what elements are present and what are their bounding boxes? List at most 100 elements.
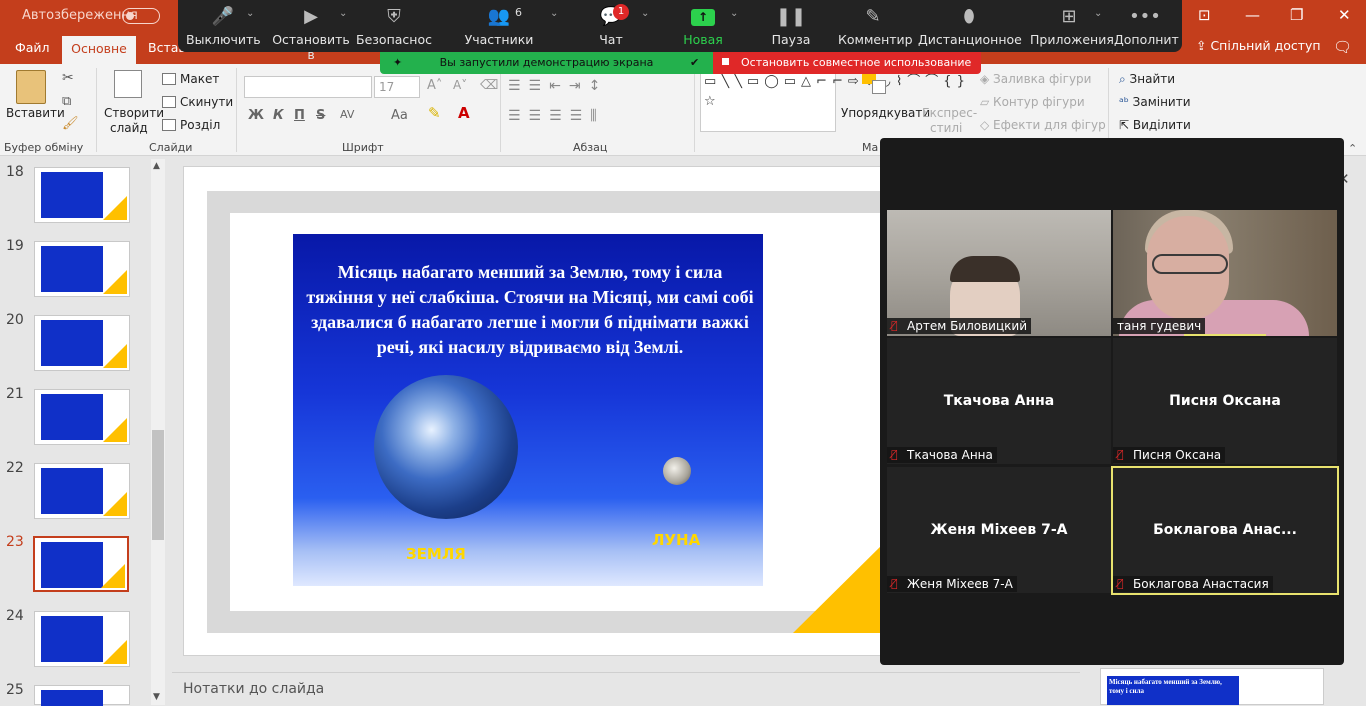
more-label: Дополнит — [1114, 32, 1179, 47]
chevron-down-icon[interactable]: ⌄ — [730, 8, 738, 19]
chevron-down-icon[interactable]: ⌄ — [550, 8, 558, 19]
reset-button[interactable]: Скинути — [162, 95, 233, 109]
paste-button[interactable]: Вставити — [6, 106, 65, 120]
more-icon: ••• — [1129, 6, 1161, 27]
slide-number: 19 — [6, 238, 24, 254]
slide-yellow-accent — [793, 540, 887, 633]
slide-thumbnail-24[interactable] — [34, 611, 130, 667]
italic-button[interactable]: К — [273, 108, 284, 123]
scroll-down-icon[interactable]: ▼ — [153, 692, 160, 702]
scroll-up-icon[interactable]: ▲ — [153, 161, 160, 171]
drawing-group-label: Ма — [862, 141, 879, 154]
clear-format-icon[interactable]: ⌫ — [480, 78, 498, 93]
slide-thumbnail-22[interactable] — [34, 463, 130, 519]
font-name-input[interactable] — [244, 76, 372, 98]
shapes-icons[interactable]: ▭╲╲▭◯▭△⌐⌐⇨⇩◡⌇⌒⌒{}☆ — [704, 72, 965, 112]
chevron-down-icon[interactable]: ⌄ — [246, 8, 254, 19]
collapse-ribbon-icon[interactable]: ⌃ — [1348, 142, 1357, 155]
section-label: Розділ — [180, 118, 221, 132]
close-button[interactable]: ✕ — [1338, 6, 1351, 24]
strikethrough-button[interactable]: S — [316, 108, 325, 123]
slide-thumbnail-23[interactable] — [33, 536, 129, 592]
new-slide-label-2[interactable]: слайд — [110, 121, 148, 135]
ribbon-separator — [96, 68, 97, 152]
ribbon-display-icon[interactable]: ⊡ — [1198, 6, 1211, 24]
quick-styles-button[interactable]: Експрес- — [922, 106, 977, 120]
participant-name-tag: 🎙̸ Писня Оксана — [1113, 447, 1226, 463]
comments-icon[interactable]: 🗨 — [1333, 38, 1352, 56]
participants-button[interactable]: 👥 Участники — [462, 0, 536, 52]
layout-button[interactable]: Макет — [162, 72, 219, 86]
chevron-down-icon[interactable]: ⌄ — [641, 8, 649, 19]
align-icons[interactable]: ☰☰☰☰⫼ — [508, 108, 605, 124]
new-slide-label[interactable]: Створити — [104, 106, 164, 120]
pause-share-button[interactable]: ❚❚Пауза демон — [752, 0, 830, 62]
shape-effects-button[interactable]: ◇ Ефекти для фігур — [980, 118, 1106, 132]
underline-button[interactable]: П — [294, 108, 305, 123]
stop-share-button[interactable]: Остановить совместное использование — [713, 52, 981, 74]
reset-label: Скинути — [180, 95, 234, 109]
replace-label: Замінити — [1132, 95, 1191, 109]
new-slide-icon[interactable] — [114, 70, 142, 98]
font-size-input[interactable]: 17 — [374, 76, 420, 98]
ribbon-separator — [694, 68, 695, 152]
font-color-icon[interactable]: A — [458, 104, 470, 122]
char-spacing-button[interactable]: AV — [340, 108, 354, 121]
autosave-toggle[interactable] — [122, 8, 160, 24]
more-button[interactable]: ••• Дополнит — [1114, 0, 1179, 52]
chevron-down-icon[interactable]: ⌄ — [339, 8, 347, 19]
participant-name: Писня Оксана — [1169, 393, 1281, 409]
find-button[interactable]: ⌕ Знайти — [1119, 72, 1175, 87]
change-case-button[interactable]: Aa — [391, 108, 408, 123]
slide-thumbnail-18[interactable] — [34, 167, 130, 223]
highlight-icon[interactable]: ✎ — [428, 104, 441, 122]
grow-font-icon[interactable]: A˄ — [427, 78, 442, 93]
layout-label: Макет — [180, 72, 220, 86]
bold-button[interactable]: Ж — [248, 108, 264, 123]
remote-control-button[interactable]: ⬮Дистанционное у — [918, 0, 1022, 62]
slide-thumbnail-21[interactable] — [34, 389, 130, 445]
minimize-button[interactable]: — — [1245, 6, 1260, 24]
shape-fill-label: Заливка фігури — [993, 72, 1092, 86]
copy-icon[interactable]: ⧉ — [62, 94, 71, 109]
slide-thumbnail-19[interactable] — [34, 241, 130, 297]
shield-icon: ⛨ — [387, 6, 401, 27]
cut-icon[interactable]: ✂ — [62, 70, 74, 86]
active-speaker-border — [1111, 466, 1339, 595]
share-screen-icon[interactable]: ↑ — [691, 9, 715, 26]
notes-placeholder[interactable]: Нотатки до слайда — [183, 681, 324, 697]
replace-button[interactable]: ᵃᵇ Замінити — [1119, 95, 1191, 109]
tab-file[interactable]: Файл — [15, 40, 50, 55]
select-icon: ⇱ — [1119, 118, 1133, 132]
share-button[interactable]: ⇪ Спільний доступ — [1196, 38, 1321, 60]
shape-outline-button[interactable]: ▱ Контур фігури — [980, 95, 1085, 109]
select-button[interactable]: ⇱ Виділити — [1119, 118, 1191, 132]
security-button[interactable]: ⛨ Безопаснос — [356, 0, 432, 52]
find-label: Знайти — [1129, 72, 1176, 86]
section-button[interactable]: Розділ — [162, 118, 220, 132]
arrange-icon[interactable] — [862, 70, 890, 100]
security-label: Безопаснос — [356, 32, 432, 47]
participant-name: Женя Міхеев 7-А — [930, 522, 1068, 538]
chevron-down-icon[interactable]: ⌄ — [1094, 8, 1102, 19]
annotate-button[interactable]: ✎ Комментир — [838, 0, 913, 52]
tab-home[interactable]: Основне — [62, 36, 136, 64]
slide-thumbnail-20[interactable] — [34, 315, 130, 371]
shape-fill-button[interactable]: ◈ Заливка фігури — [980, 72, 1091, 86]
notes-divider — [172, 672, 1080, 673]
format-painter-icon[interactable]: 🖌 — [62, 116, 79, 131]
slide-number: 21 — [6, 386, 24, 402]
slide-number: 22 — [6, 460, 24, 476]
paste-icon[interactable] — [16, 70, 46, 104]
list-icons[interactable]: ☰☰⇤⇥↕ — [508, 78, 608, 94]
quick-styles-label-2[interactable]: стилі — [930, 121, 962, 135]
chat-badge: 1 — [613, 4, 629, 20]
slide-thumbnail-25[interactable] — [34, 685, 130, 706]
arrange-button[interactable]: Упорядкувати — [841, 106, 930, 120]
slide-text[interactable]: Місяць набагато менший за Землю, тому і … — [304, 260, 756, 360]
stop-icon — [722, 58, 729, 65]
shrink-font-icon[interactable]: A˅ — [453, 78, 467, 92]
pin-icon[interactable]: ✦ — [393, 56, 402, 69]
scrollbar-thumb[interactable] — [152, 430, 164, 540]
restore-button[interactable]: ❐ — [1290, 6, 1303, 24]
